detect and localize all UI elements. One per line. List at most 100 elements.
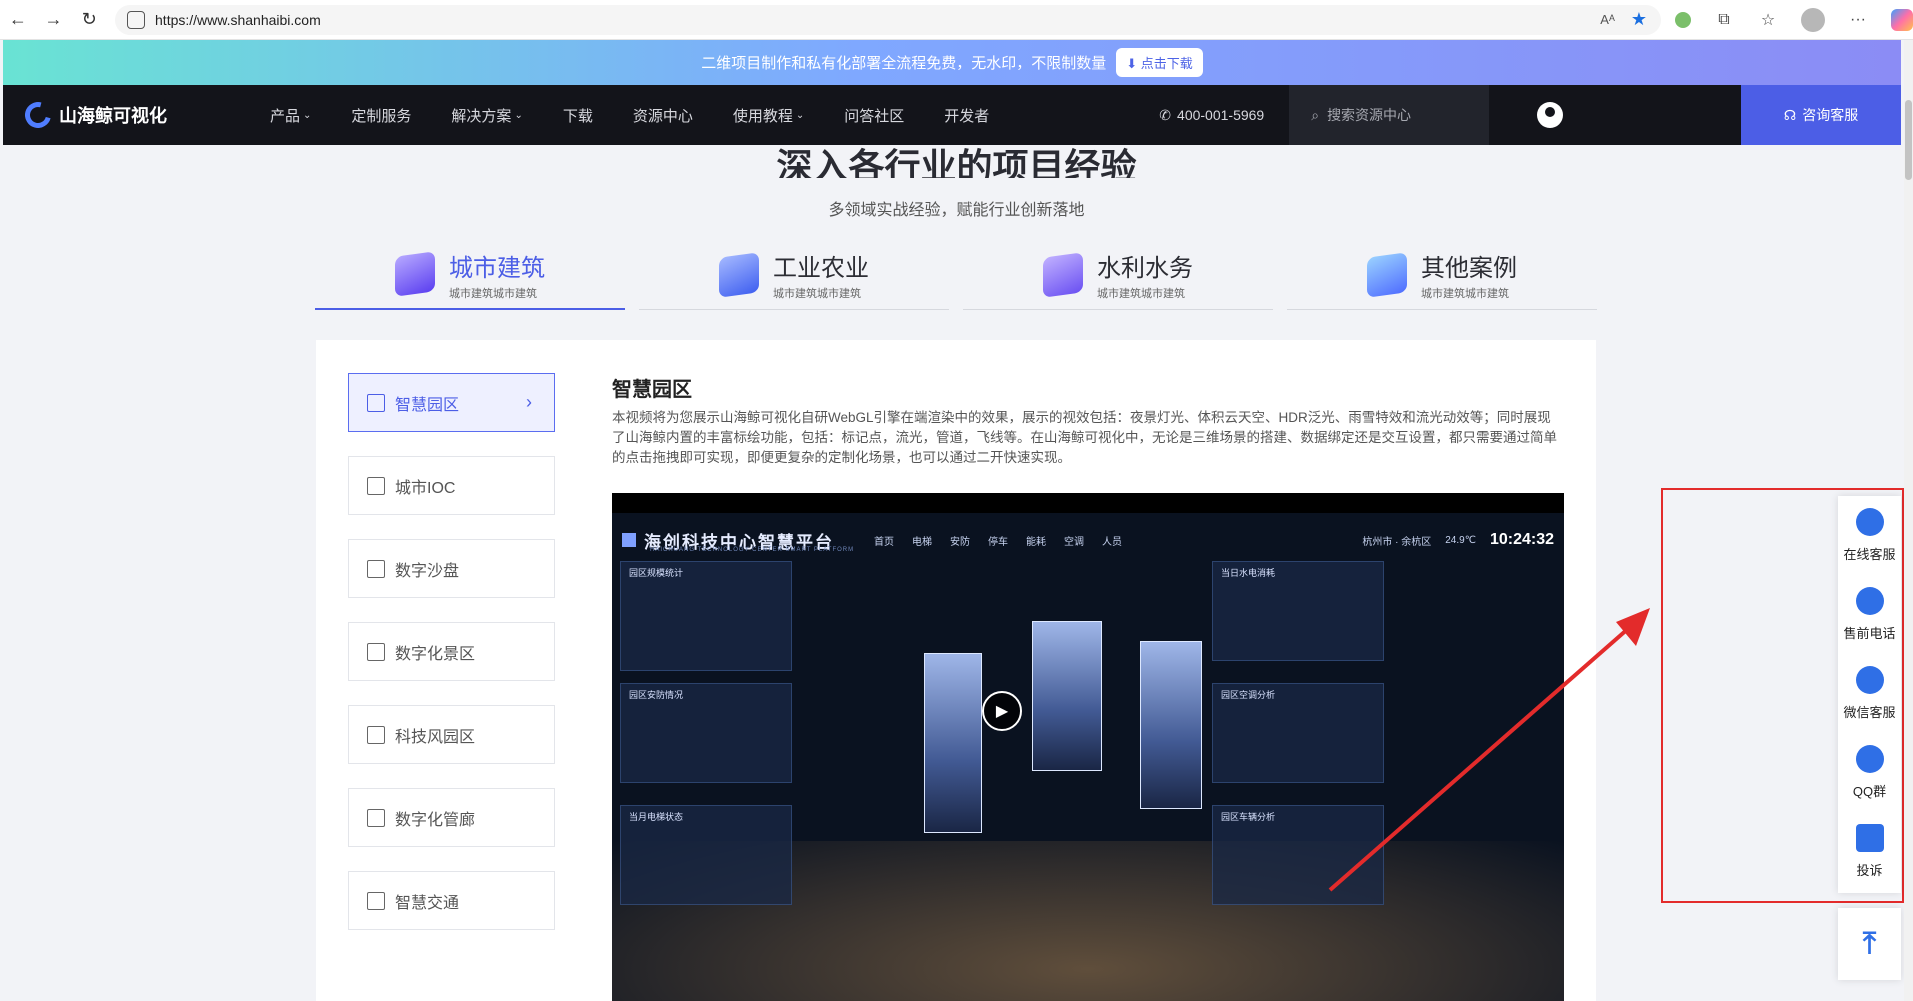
search-icon: ⌕ [1311, 106, 1320, 123]
back-button[interactable]: ← [0, 4, 36, 36]
site-info-icon[interactable] [127, 10, 146, 29]
page-scrollbar[interactable] [1904, 40, 1913, 1001]
promo-banner: 二维项目制作和私有化部署全流程免费，无水印，不限制数量 ⬇ 点击下载 [3, 40, 1901, 85]
phone-icon [1855, 587, 1884, 615]
float-service-item[interactable]: 投诉 [1838, 812, 1901, 891]
industry-tab-icon [395, 251, 435, 297]
nav-item[interactable]: 解决方案 ⌄ [431, 105, 542, 126]
nav-item[interactable]: 定制服务 [331, 105, 431, 126]
dashboard-city: 杭州市 · 余杭区 [1362, 536, 1432, 548]
industry-tab[interactable]: 其他案例城市建筑城市建筑 [1287, 240, 1597, 310]
case-sidebar-item[interactable]: 智慧交通 [348, 871, 555, 930]
building-icon [367, 808, 385, 827]
more-menu-icon[interactable]: ··· [1847, 9, 1869, 31]
read-aloud-icon[interactable]: Aᴬ [1600, 12, 1615, 27]
industry-tab-name: 其他案例 [1421, 255, 1517, 282]
search-placeholder: 搜索资源中心 [1327, 107, 1412, 123]
consult-service-button[interactable]: ☊ 咨询客服 [1741, 85, 1901, 145]
chevron-right-icon: › [526, 392, 532, 412]
nav-item[interactable]: 使用教程 ⌄ [713, 105, 824, 126]
hotline[interactable]: ✆ 400-001-5969 [1159, 107, 1264, 124]
building-icon [367, 559, 385, 578]
search-box[interactable]: ⌕ 搜索资源中心 [1289, 85, 1490, 145]
nav-item-label: 产品 [270, 107, 301, 125]
hotline-number: 400-001-5969 [1177, 107, 1265, 123]
complaint-icon [1855, 824, 1884, 852]
building-icon [367, 891, 385, 910]
back-to-top-button[interactable]: ⤒ [1838, 908, 1901, 980]
case-sidebar-item[interactable]: 城市IOC [348, 456, 555, 515]
dashboard-nav: 首页 电梯 安防 停车 能耗 空调 人员 [874, 533, 1122, 548]
case-sidebar-label: 智慧交通 [395, 894, 460, 912]
float-service-item[interactable]: 在线客服 [1838, 496, 1901, 575]
case-sidebar: 智慧园区 › 城市IOC 数字沙盘数字化景区科技风园区数字化管廊智慧交通 [348, 373, 555, 954]
industry-tab[interactable]: 工业农业城市建筑城市建筑 [639, 240, 949, 310]
case-sidebar-label: 数字化景区 [395, 645, 476, 663]
nav-item[interactable]: 下载 [543, 105, 613, 126]
industry-tab[interactable]: 水利水务 城市建筑城市建筑 [963, 240, 1273, 310]
dashboard-nav-item: 停车 [988, 536, 1008, 548]
logo-text: 山海鲸可视化 [59, 106, 167, 126]
copilot-icon[interactable] [1891, 8, 1913, 31]
case-sidebar-item[interactable]: 科技风园区 [348, 705, 555, 764]
nav-item[interactable]: 问答社区 [824, 105, 924, 126]
industry-tab-name: 工业农业 [773, 255, 869, 282]
nav-item-label: 问答社区 [844, 107, 905, 125]
dashboard-nav-item: 空调 [1064, 536, 1084, 548]
user-account-icon[interactable] [1537, 102, 1564, 128]
case-sidebar-item[interactable]: 数字化管廊 [348, 788, 555, 847]
panel-title: 园区规模统计 [629, 568, 684, 578]
chevron-down-icon: ⌄ [795, 109, 805, 121]
reload-button[interactable]: ↻ [71, 4, 107, 36]
site-logo[interactable]: 山海鲸可视化 [20, 97, 225, 133]
dashboard-header: 海创科技中心智慧平台 HAICHUANG TECHNOLOGY CENTER S… [622, 525, 1554, 555]
float-service-item[interactable]: QQ群 [1838, 733, 1901, 812]
float-service-item[interactable]: 售前电话 [1838, 575, 1901, 654]
site-header: 山海鲸可视化 产品 ⌄ 定制服务 解决方案 ⌄ 下载 资源中心 使用教程 ⌄ 问答社区 开发者 ✆ … [3, 85, 1901, 145]
building-c [1140, 641, 1202, 809]
dashboard-temp: 24.9℃ [1445, 534, 1476, 546]
industry-tab-desc: 城市建筑城市建筑 [1421, 288, 1509, 300]
dashboard-panel-security: 园区安防情况 [620, 683, 792, 783]
section-title: 深入各行业的项目经验 [776, 146, 1137, 178]
float-service-label: 售前电话 [1843, 626, 1896, 641]
nav-item-label: 定制服务 [351, 107, 412, 125]
promo-text: 二维项目制作和私有化部署全流程免费，无水印，不限制数量 [701, 55, 1107, 72]
dashboard-logo-icon [622, 533, 636, 547]
case-sidebar-label: 数字化管廊 [395, 811, 476, 829]
case-title: 智慧园区 [612, 379, 692, 401]
extension-icon[interactable] [1675, 11, 1691, 28]
section-subtitle: 多领域实战经验，赋能行业创新落地 [828, 202, 1085, 219]
extensions-puzzle-icon[interactable]: ⧉ [1713, 9, 1735, 31]
headset-icon [1855, 508, 1884, 536]
address-bar[interactable]: https://www.shanhaibi.com Aᴬ ★ [115, 4, 1661, 35]
industry-tab-icon [719, 251, 759, 298]
nav-item[interactable]: 开发者 [924, 105, 1009, 126]
scroll-thumb[interactable] [1905, 100, 1912, 180]
case-sidebar-label: 数字沙盘 [395, 562, 460, 580]
profile-avatar[interactable] [1801, 7, 1825, 32]
case-sidebar-item[interactable]: 数字沙盘 [348, 539, 555, 598]
nav-item-label: 资源中心 [632, 107, 693, 125]
case-sidebar-item[interactable]: 智慧园区 › [348, 373, 555, 432]
float-service-item[interactable]: 微信客服 [1838, 654, 1901, 733]
industry-tab-name: 水利水务 [1097, 255, 1193, 282]
dashboard-subtitle: HAICHUANG TECHNOLOGY CENTER SMART PLATFO… [650, 547, 855, 553]
logo-mark-icon [20, 97, 56, 133]
nav-item[interactable]: 资源中心 [613, 105, 713, 126]
industry-tab[interactable]: 城市建筑 城市建筑城市建筑 [315, 240, 625, 310]
nav-item[interactable]: 产品 ⌄ [250, 105, 331, 126]
favorite-star-icon[interactable]: ★ [1631, 9, 1647, 30]
industry-tab-desc: 城市建筑城市建筑 [449, 287, 537, 300]
case-sidebar-item[interactable]: 数字化景区 [348, 622, 555, 681]
video-letterbox [612, 493, 1564, 513]
video-play-button[interactable]: ▶ [982, 691, 1022, 731]
industry-tab-name: 城市建筑 [449, 254, 545, 282]
promo-download-button[interactable]: ⬇ 点击下载 [1116, 48, 1203, 77]
dashboard-nav-item: 安防 [950, 536, 970, 548]
forward-button[interactable]: → [36, 4, 72, 36]
chevron-down-icon: ⌄ [514, 109, 523, 121]
industry-tab-desc: 城市建筑城市建筑 [773, 288, 861, 300]
favorites-icon[interactable]: ☆ [1757, 9, 1779, 31]
annotation-arrow [1328, 608, 1650, 892]
